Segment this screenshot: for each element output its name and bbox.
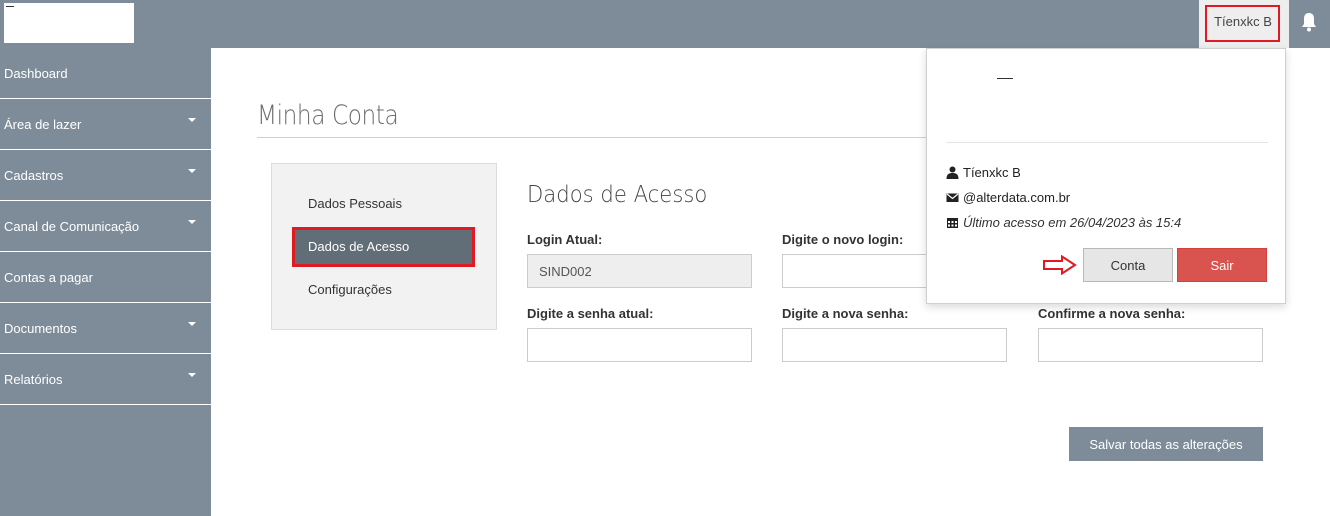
sidebar: Dashboard Área de lazer Cadastros Canal …	[0, 48, 211, 516]
tab-configuracoes[interactable]: Configurações	[292, 270, 475, 310]
tab-label: Dados Pessoais	[308, 196, 402, 211]
sidebar-item-relatorios[interactable]: Relatórios	[0, 354, 211, 405]
confirme-senha-field[interactable]	[1038, 328, 1263, 362]
senha-atual-field[interactable]	[527, 328, 752, 362]
caret-down-icon	[188, 169, 196, 173]
sidebar-item-label: Área de lazer	[4, 117, 82, 132]
calendar-icon	[947, 218, 958, 228]
caret-down-icon	[188, 322, 196, 326]
page-title: Minha Conta	[257, 100, 399, 131]
caret-down-icon	[188, 118, 196, 122]
dropdown-last-access: Último acesso em 26/04/2023 às 15:4	[946, 215, 1181, 230]
nova-senha-field[interactable]	[782, 328, 1007, 362]
tab-dados-pessoais[interactable]: Dados Pessoais	[292, 184, 475, 224]
nova-senha-label: Digite a nova senha:	[782, 306, 909, 321]
logo-mark	[6, 6, 14, 7]
last-access-text: Último acesso em 26/04/2023 às 15:4	[963, 215, 1182, 230]
sidebar-item-area-de-lazer[interactable]: Área de lazer	[0, 99, 211, 150]
user-menu-label: Tíenxkc B	[1214, 14, 1272, 29]
title-divider	[257, 137, 947, 138]
user-menu-button[interactable]: Tíenxkc B	[1199, 0, 1289, 48]
dropdown-user-email: @alterdata.com.br	[946, 190, 1070, 205]
user-icon	[946, 166, 959, 179]
conta-button[interactable]: Conta	[1083, 248, 1173, 282]
account-tabs-panel: Dados Pessoais Dados de Acesso Configura…	[271, 163, 497, 330]
sidebar-item-contas-a-pagar[interactable]: Contas a pagar	[0, 252, 211, 303]
envelope-icon	[946, 193, 959, 202]
caret-down-icon	[188, 373, 196, 377]
user-name-text: Tíenxkc B	[963, 165, 1021, 180]
tab-label: Dados de Acesso	[308, 239, 410, 254]
dropdown-divider	[946, 142, 1268, 143]
section-title: Dados de Acesso	[527, 182, 708, 208]
sair-button[interactable]: Sair	[1177, 248, 1267, 282]
sidebar-item-label: Relatórios	[4, 372, 63, 387]
confirme-senha-label: Confirme a nova senha:	[1038, 306, 1186, 321]
sidebar-item-label: Canal de Comunicação	[4, 219, 140, 234]
tab-label: Configurações	[308, 282, 392, 297]
sidebar-item-canal-de-comunicacao[interactable]: Canal de Comunicação	[0, 201, 211, 252]
sidebar-item-dashboard[interactable]: Dashboard	[0, 48, 211, 99]
user-dropdown: Tíenxkc B @alterdata.com.br Último acess…	[926, 48, 1286, 304]
caret-down-icon	[188, 220, 196, 224]
dropdown-user-name: Tíenxkc B	[946, 165, 1021, 180]
sidebar-item-label: Contas a pagar	[4, 270, 93, 285]
sidebar-item-label: Dashboard	[4, 66, 68, 81]
login-atual-label: Login Atual:	[527, 232, 603, 247]
novo-login-label: Digite o novo login:	[782, 232, 904, 247]
sidebar-item-label: Documentos	[4, 321, 77, 336]
login-atual-field[interactable]	[527, 254, 752, 288]
avatar	[997, 78, 1013, 79]
logo[interactable]	[4, 3, 134, 43]
sidebar-item-cadastros[interactable]: Cadastros	[0, 150, 211, 201]
save-all-button[interactable]: Salvar todas as alterações	[1069, 427, 1263, 461]
tab-dados-de-acesso[interactable]: Dados de Acesso	[292, 227, 475, 267]
top-bar: Tíenxkc B	[0, 0, 1330, 48]
bell-icon[interactable]	[1298, 10, 1320, 34]
sidebar-item-documentos[interactable]: Documentos	[0, 303, 211, 354]
arrow-right-icon	[1043, 255, 1077, 275]
sidebar-item-label: Cadastros	[4, 168, 64, 183]
user-email-text: @alterdata.com.br	[963, 190, 1071, 205]
senha-atual-label: Digite a senha atual:	[527, 306, 654, 321]
